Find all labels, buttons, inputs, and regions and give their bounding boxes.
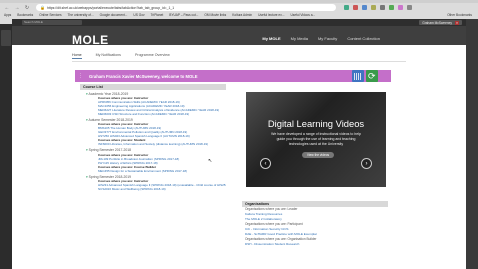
term-section: Academic Year 2018-2019 Courses where yo… xyxy=(80,92,226,116)
bookmark[interactable]: OM Movie links xyxy=(204,13,226,17)
bookmark[interactable]: TriPlanet xyxy=(151,13,164,17)
url-row: ← → ↻ 🔒 https://dit.shef.ac.uk/webapps/p… xyxy=(0,3,478,12)
calendar-icon[interactable] xyxy=(352,70,364,82)
tab-home[interactable]: Home xyxy=(72,53,82,59)
bookmark[interactable]: The university of... xyxy=(68,13,94,17)
extension-icons xyxy=(344,5,412,10)
organisations-panel: Organisations Organisations where you ar… xyxy=(242,201,388,269)
bookmark[interactable]: Koltura Admin xyxy=(232,13,252,17)
organisation-link[interactable]: DSH - Dissemination Student Research xyxy=(245,242,385,247)
bookmark-other[interactable]: Other Bookmarks xyxy=(447,13,472,17)
bookmarks-bar: Apps Bookmarks Online Services The unive… xyxy=(0,12,478,18)
main-nav: My MOLE My Media My Faculty Content Coll… xyxy=(262,36,380,41)
mouse-cursor-icon: ↖ xyxy=(208,158,213,164)
forward-icon[interactable]: → xyxy=(14,5,20,11)
carousel-next-icon[interactable]: › xyxy=(361,158,372,169)
left-dock xyxy=(0,24,12,269)
nav-my-mole[interactable]: My MOLE xyxy=(262,36,280,41)
nav-my-faculty[interactable]: My Faculty xyxy=(318,36,337,41)
course-link[interactable]: NCS2016 Music and Wellbeing (SPRING 2018… xyxy=(98,187,226,191)
course-list-title: Course List xyxy=(80,84,226,90)
tab-my-notifications[interactable]: My Notifications xyxy=(96,53,121,59)
address-bar[interactable]: 🔒 https://dit.shef.ac.uk/webapps/portal/… xyxy=(36,4,336,11)
course-link[interactable]: MEC455 Design for a Sustainable Environm… xyxy=(98,169,226,173)
extension-icon[interactable] xyxy=(407,5,412,10)
nav-my-media[interactable]: My Media xyxy=(291,36,308,41)
extension-icon[interactable] xyxy=(371,5,376,10)
bookmark[interactable]: Apps xyxy=(4,13,11,17)
carousel-prev-icon[interactable]: ‹ xyxy=(260,158,271,169)
logout-icon[interactable]: × xyxy=(455,20,459,25)
drag-handle-icon[interactable]: ⋮ xyxy=(78,73,83,79)
address-url: https://dit.shef.ac.uk/webapps/portal/ex… xyxy=(46,5,175,10)
back-icon[interactable]: ← xyxy=(4,5,10,11)
bookmark[interactable]: Online Services xyxy=(39,13,61,17)
term-section: Spring Semester 2018-2019 Courses where … xyxy=(80,175,226,191)
video-description: We have developed a range of instruction… xyxy=(271,132,361,146)
user-menu[interactable]: Graham McSweeney × xyxy=(419,20,462,25)
sub-nav: Home My Notifications Programme Overview xyxy=(72,53,170,59)
divider xyxy=(72,61,406,62)
course-link[interactable]: INF6000 Libraries, Information and Socie… xyxy=(98,142,226,146)
bookmark[interactable]: US Gov xyxy=(133,13,144,17)
nav-content-collection[interactable]: Content Collection xyxy=(347,36,380,41)
extension-icon[interactable] xyxy=(353,5,358,10)
extension-icon[interactable] xyxy=(389,5,394,10)
welcome-text: Graham Francis Xavier McSweeney, welcome… xyxy=(89,73,198,79)
bookmark[interactable]: Useful Vidcos a... xyxy=(290,13,315,17)
extension-icon[interactable] xyxy=(344,5,349,10)
course-list: Course List Academic Year 2018-2019 Cour… xyxy=(80,84,226,269)
header-top-bar: Search MOLE Graham McSweeney × xyxy=(12,19,466,26)
dock-tab[interactable] xyxy=(1,30,11,46)
extension-icon[interactable] xyxy=(398,5,403,10)
bookmark[interactable]: Bookmarks xyxy=(17,13,33,17)
page-body: Home My Notifications Programme Overview… xyxy=(12,45,466,269)
bookmark[interactable]: Google document... xyxy=(100,13,128,17)
right-dock xyxy=(466,19,478,269)
view-videos-button[interactable]: View the videos xyxy=(302,152,334,158)
bookmark[interactable]: BYUAP – Pass cut... xyxy=(169,13,198,17)
lock-icon: 🔒 xyxy=(40,5,45,10)
welcome-banner: ⋮ Graham Francis Xavier McSweeney, welco… xyxy=(75,70,391,82)
bookmark[interactable]: Useful lecture ex... xyxy=(258,13,284,17)
tab-programme-overview[interactable]: Programme Overview xyxy=(135,53,170,59)
course-link[interactable]: MED6003 CSD Structure and Function (ACAD… xyxy=(98,112,226,116)
reload-icon[interactable]: ↻ xyxy=(24,5,30,11)
extension-icon[interactable] xyxy=(362,5,367,10)
term-section: Autumn Semester 2018-2019 Courses where … xyxy=(80,118,226,146)
search-input[interactable]: Search MOLE xyxy=(22,20,82,25)
video-title: Digital Learning Videos xyxy=(267,118,365,129)
extension-icon[interactable] xyxy=(380,5,385,10)
video-carousel: Digital Learning Videos We have develope… xyxy=(246,92,386,187)
user-name: Graham McSweeney xyxy=(422,20,452,25)
term-section: Spring Semester 2017-2018 Courses where … xyxy=(80,148,226,172)
refresh-icon[interactable] xyxy=(366,70,378,82)
